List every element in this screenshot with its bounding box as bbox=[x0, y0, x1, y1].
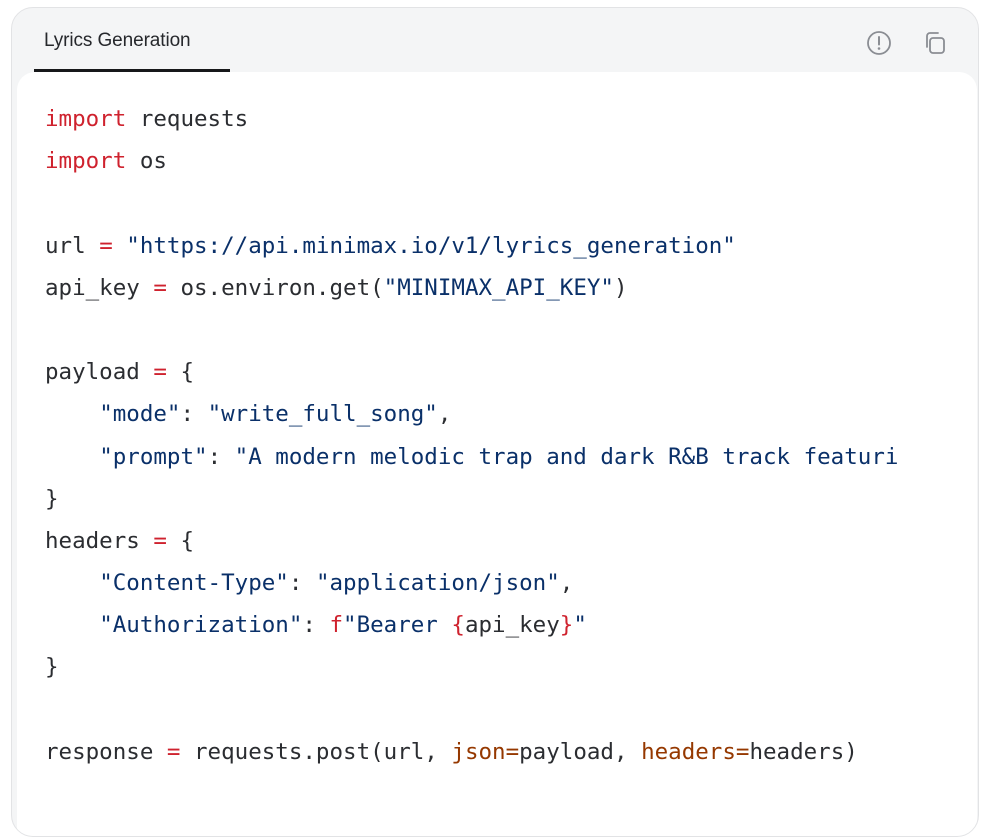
code-token: : bbox=[302, 612, 330, 639]
code-token: } bbox=[45, 654, 59, 681]
code-line: "mode": "write_full_song", bbox=[45, 393, 898, 435]
code-token: = bbox=[153, 274, 167, 301]
code-line: response = requests.post(url, json=paylo… bbox=[45, 731, 898, 773]
info-icon bbox=[866, 30, 892, 56]
code-token: , bbox=[559, 570, 574, 597]
code-token: headers) bbox=[749, 738, 858, 765]
code-token: "mode" bbox=[99, 401, 181, 428]
code-token: payload, bbox=[519, 738, 642, 765]
code-line: import os bbox=[45, 140, 898, 182]
code-token: api_key bbox=[464, 612, 560, 639]
code-token: api_key bbox=[45, 274, 154, 301]
code-token: } bbox=[45, 485, 59, 512]
tab-bar: Lyrics Generation bbox=[12, 8, 978, 72]
code-line: } bbox=[45, 646, 898, 688]
code-token: : bbox=[180, 401, 208, 428]
code-token: : bbox=[288, 570, 316, 597]
code-token: "application/json" bbox=[315, 570, 560, 597]
code-token: , bbox=[437, 401, 452, 428]
code-token: f bbox=[329, 612, 344, 639]
code-token: os bbox=[126, 148, 167, 175]
code-token: payload bbox=[45, 359, 154, 386]
code-line: "Content-Type": "application/json", bbox=[45, 562, 898, 604]
code-token: } bbox=[559, 612, 574, 639]
copy-icon bbox=[922, 30, 948, 56]
code-token: "Authorization" bbox=[99, 612, 303, 639]
code-token: requests.post(url, bbox=[180, 738, 452, 765]
tab-lyrics-generation[interactable]: Lyrics Generation bbox=[34, 8, 230, 72]
code-line: "Authorization": f"Bearer {api_key}" bbox=[45, 604, 898, 646]
code-token: { bbox=[166, 359, 195, 386]
code-panel: import requests import os url = "https://… bbox=[17, 72, 977, 836]
code-token: response bbox=[45, 738, 167, 765]
code-token: ) bbox=[613, 274, 628, 301]
info-button[interactable] bbox=[864, 28, 894, 58]
code-token: : bbox=[207, 443, 235, 470]
code-token: headers bbox=[45, 527, 154, 554]
code-token: = bbox=[153, 527, 167, 554]
code-line: payload = { bbox=[45, 351, 898, 393]
code-token: os.environ.get( bbox=[166, 274, 384, 301]
code-token: { bbox=[166, 527, 195, 554]
code-line: } bbox=[45, 478, 898, 520]
tab-label: Lyrics Generation bbox=[44, 30, 191, 51]
code-token: import bbox=[45, 148, 127, 175]
code-line: import requests bbox=[45, 98, 898, 140]
code-token: "Bearer bbox=[343, 612, 452, 639]
code-token: json= bbox=[451, 738, 520, 765]
code-token: url bbox=[45, 232, 100, 259]
code-token: headers= bbox=[641, 738, 750, 765]
code-token: "https://api.minimax.io/v1/lyrics_genera… bbox=[126, 232, 736, 259]
code-line: url = "https://api.minimax.io/v1/lyrics_… bbox=[45, 225, 898, 267]
copy-button[interactable] bbox=[920, 28, 950, 58]
code-block[interactable]: import requests import os url = "https://… bbox=[45, 98, 898, 773]
code-token: = bbox=[166, 738, 181, 765]
code-example-card: Lyrics Generation import requests import… bbox=[11, 7, 979, 837]
code-token: import bbox=[45, 106, 127, 132]
code-token: requests bbox=[126, 106, 249, 132]
code-token: { bbox=[451, 612, 465, 639]
code-line: "prompt": "A modern melodic trap and dar… bbox=[45, 436, 898, 478]
code-token: "prompt" bbox=[99, 443, 208, 470]
code-token: "A modern melodic trap and dark R&B trac… bbox=[234, 443, 899, 470]
code-token: = bbox=[99, 232, 113, 259]
code-token: "MINIMAX_API_KEY" bbox=[383, 274, 614, 301]
code-token: " bbox=[573, 612, 587, 639]
code-token: "Content-Type" bbox=[99, 570, 289, 597]
code-line: headers = { bbox=[45, 520, 898, 562]
code-line: api_key = os.environ.get("MINIMAX_API_KE… bbox=[45, 267, 898, 309]
code-token: = bbox=[153, 359, 167, 386]
code-token: "write_full_song" bbox=[207, 401, 438, 428]
